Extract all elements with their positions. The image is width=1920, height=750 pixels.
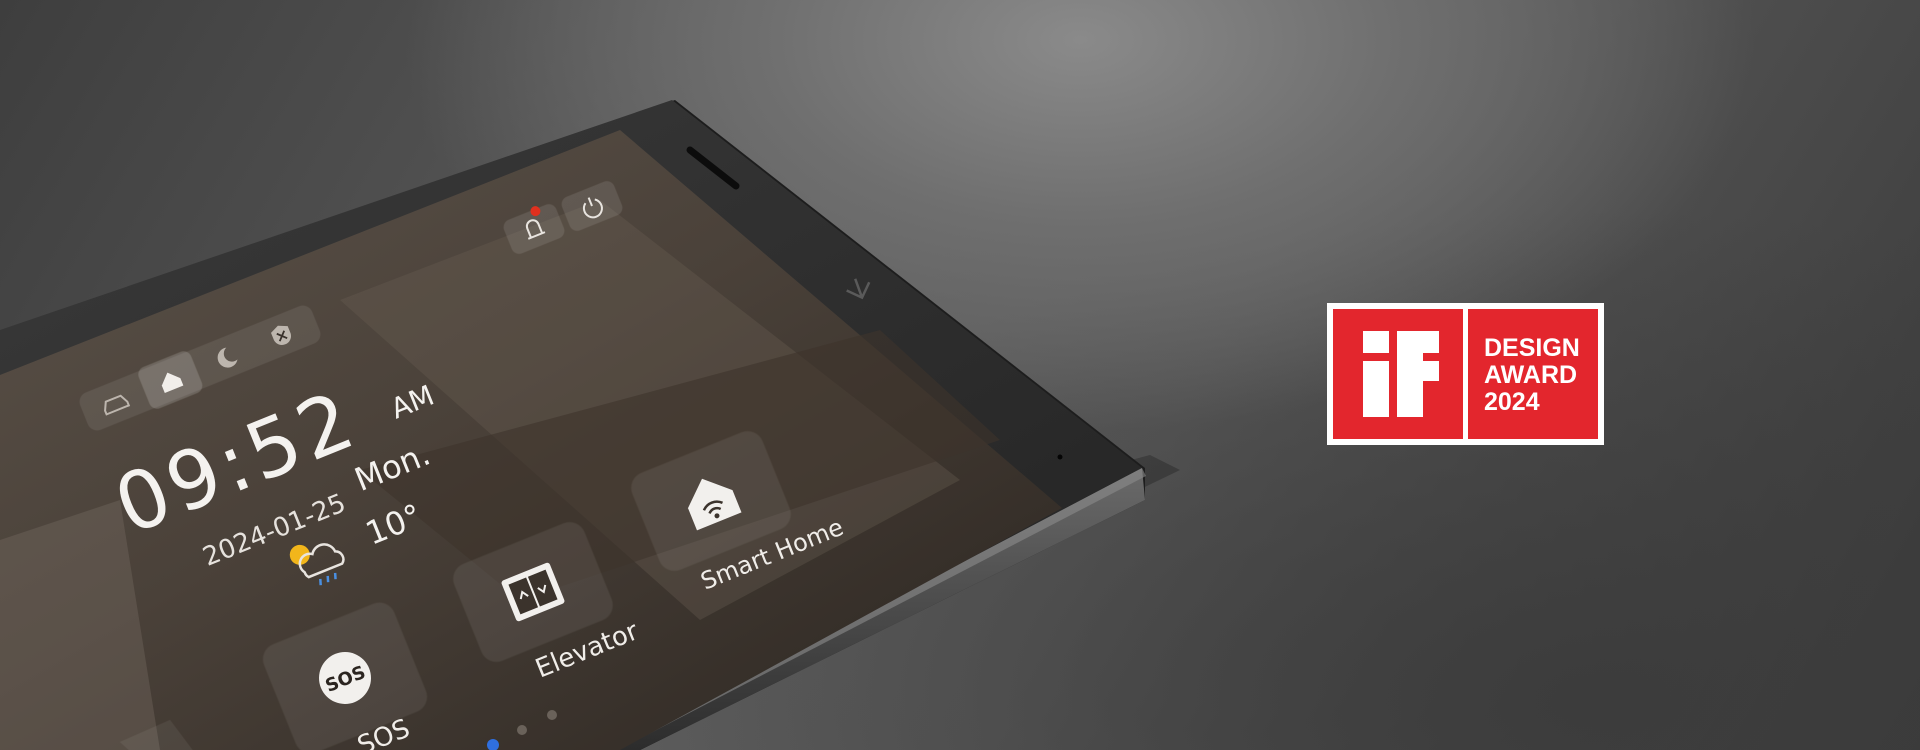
award-text: DESIGN AWARD 2024 (1468, 309, 1598, 439)
award-line-award: AWARD (1484, 361, 1578, 389)
page-dot (547, 710, 557, 720)
award-line-year: 2024 (1484, 388, 1540, 416)
product-photo: 09:52 AM Mon. 2024-01-25 10° SOS SOS Ele… (0, 100, 1180, 750)
microphone-dot (1057, 454, 1063, 460)
award-line-design: DESIGN (1484, 334, 1580, 362)
if-design-award-badge: DESIGN AWARD 2024 (1327, 303, 1604, 445)
page-dot (517, 725, 527, 735)
if-logo (1333, 309, 1463, 439)
